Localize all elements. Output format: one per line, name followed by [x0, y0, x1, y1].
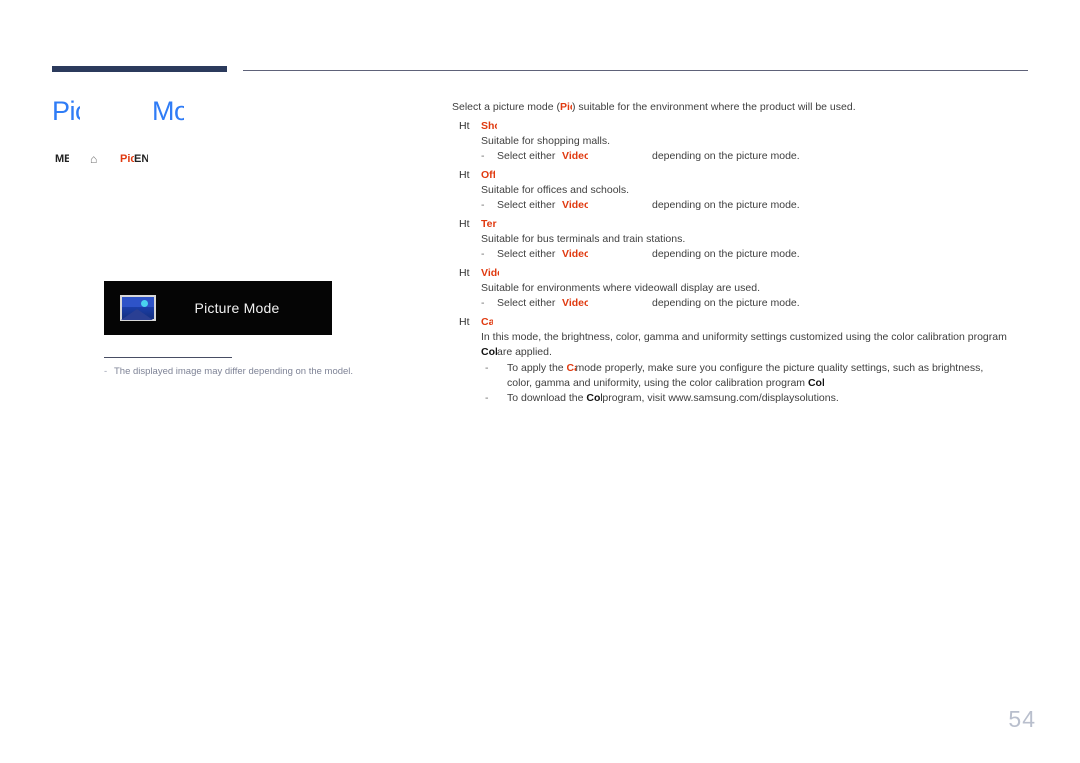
calibration-bullets: - To apply the Calibrationmode properly, … — [452, 361, 1032, 406]
sub-bullet-options: Video/Image or Text — [562, 297, 588, 309]
mode-bullet: Ht — [459, 218, 470, 230]
header-rule-thick — [52, 66, 227, 72]
mode-header: Ht Terminal/Station — [452, 217, 1032, 232]
mode-sub-bullet: - Select either Video/Image or Text depe… — [452, 247, 1032, 262]
sub-bullet-lead: Select either — [497, 199, 556, 211]
mode-block: Ht Shop/Mall Suitable for shopping malls… — [452, 119, 1032, 164]
mode-header: Ht Video Wall — [452, 266, 1032, 281]
sub-bullet-lead: Select either — [497, 297, 556, 309]
mode-description: Suitable for environments where videowal… — [481, 282, 760, 294]
mode-block: Ht Office/School Suitable for offices an… — [452, 168, 1032, 213]
mode-description: Suitable for shopping malls. — [481, 135, 610, 147]
left-column: Picture Mode MENU ⌂ Picture ENTER Pictur… — [52, 96, 412, 377]
sub-bullet-dash: - — [481, 150, 485, 162]
sub-bullet-tail: depending on the picture mode. — [652, 248, 800, 260]
header-rule-thin — [243, 70, 1028, 71]
intro-paragraph: Select a picture mode (Picture Mode) sui… — [452, 100, 1032, 114]
mode-bullet: Ht — [459, 316, 470, 328]
calibration-bullet: - To download the Color Expertprogram, vi… — [481, 391, 1032, 406]
sub-bullet-tail: depending on the picture mode. — [652, 150, 800, 162]
calibration-line-2-tail: are applied. — [497, 346, 552, 358]
right-column: Select a picture mode (Picture Mode) sui… — [452, 100, 1032, 410]
manual-page: Picture Mode MENU ⌂ Picture ENTER Pictur… — [0, 0, 1080, 763]
note-divider — [104, 357, 232, 358]
mode-name: Video Wall — [481, 267, 499, 279]
calibration-description: In this mode, the brightness, color, gam… — [452, 330, 1032, 360]
sub-bullet-lead: Select either — [497, 150, 556, 162]
mode-sub-bullet: - Select either Video/Image or Text depe… — [452, 198, 1032, 213]
sub-bullet-options: Video/Image or Text — [562, 199, 588, 211]
breadcrumb-item-picture: Picture — [120, 153, 134, 165]
page-title-part-a: Picture — [52, 96, 80, 126]
picture-image-icon — [120, 295, 156, 321]
calibration-line-2: Color Expertare applied. — [481, 345, 1032, 360]
mode-block: Ht Video Wall Suitable for environments … — [452, 266, 1032, 311]
osd-preview-box: Picture Mode — [104, 281, 332, 335]
sub-bullet-lead: Select either — [497, 248, 556, 260]
program-name: Color Expert — [807, 377, 824, 389]
calibration-line-1: In this mode, the brightness, color, gam… — [481, 331, 1007, 343]
calibration-bullet: - To apply the Calibrationmode properly, … — [481, 361, 1032, 376]
breadcrumb-item-enter: ENTER — [134, 153, 148, 165]
bullet-dash: - — [485, 362, 489, 374]
mode-bullet: Ht — [459, 169, 470, 181]
home-icon: ⌂ — [90, 152, 98, 166]
sub-bullet-options: Video/Image or Text — [562, 248, 588, 260]
note-text: The displayed image may differ depending… — [114, 366, 354, 377]
mode-sub-bullet: - Select either Video/Image or Text depe… — [452, 149, 1032, 164]
mode-description: Suitable for offices and schools. — [481, 184, 630, 196]
note-dash: - — [104, 366, 108, 377]
mode-description: Suitable for bus terminals and train sta… — [481, 233, 686, 245]
mode-header: Ht Office/School — [452, 168, 1032, 183]
sub-bullet-dash: - — [481, 199, 485, 211]
mode-sub-bullet: - Select either Video/Image or Text depe… — [452, 296, 1032, 311]
bullet-part-3: color, gamma and uniformity, using the c… — [507, 377, 806, 389]
mode-header: Ht Calibration — [452, 315, 1032, 330]
calibration-block: Ht Calibration In this mode, the brightn… — [452, 315, 1032, 406]
page-title: Picture Mode — [52, 96, 412, 130]
mode-block: Ht Terminal/Station Suitable for bus ter… — [452, 217, 1032, 262]
calibration-bullet-wrap: color, gamma and uniformity, using the c… — [481, 376, 1032, 391]
bullet-dash: - — [485, 392, 489, 404]
mode-bullet: Ht — [459, 267, 470, 279]
sub-bullet-tail: depending on the picture mode. — [652, 199, 800, 211]
bullet-part-2: mode properly, make sure you configure t… — [575, 362, 984, 374]
mode-bullet: Ht — [459, 120, 470, 132]
mode-name: Office/School — [481, 169, 495, 181]
bullet-part-1: To download the — [507, 392, 584, 404]
left-note: - The displayed image may differ dependin… — [104, 365, 444, 378]
bullet-part-2: program, visit www.samsung.com/displayso… — [602, 392, 839, 404]
mode-header: Ht Shop/Mall — [452, 119, 1032, 134]
sub-bullet-dash: - — [481, 248, 485, 260]
sub-bullet-options: Video/Image or Text — [562, 150, 588, 162]
osd-preview-label: Picture Mode — [194, 300, 280, 316]
intro-highlight: Picture Mode — [559, 101, 572, 113]
bullet-part-1: To apply the — [507, 362, 564, 374]
mode-name: Terminal/Station — [481, 218, 497, 230]
intro-before: Select a picture mode ( — [452, 101, 560, 113]
sub-bullet-tail: depending on the picture mode. — [652, 297, 800, 309]
intro-after: ) suitable for the environment where the… — [571, 101, 856, 113]
page-title-part-b: Mode — [152, 96, 184, 126]
mode-name: Shop/Mall — [481, 120, 497, 132]
mode-name: Calibration — [481, 316, 493, 328]
program-name: Color Expert — [586, 392, 603, 404]
bullet-mode-ref: Calibration — [566, 362, 576, 374]
program-name: Color Expert — [481, 346, 497, 358]
sub-bullet-dash: - — [481, 297, 485, 309]
page-number: 54 — [1008, 706, 1036, 732]
breadcrumb-item-menu: MENU — [55, 153, 69, 165]
